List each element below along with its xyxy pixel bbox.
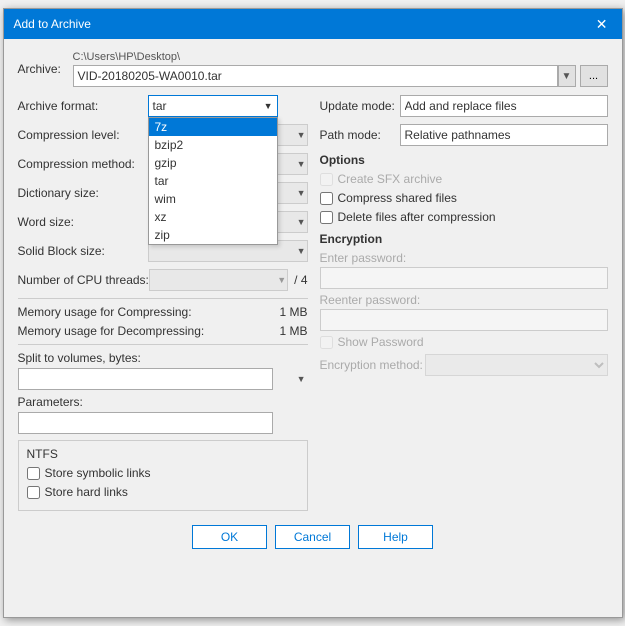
mem-compress-row: Memory usage for Compressing: 1 MB <box>18 305 308 319</box>
path-mode-label: Path mode: <box>320 128 400 142</box>
delete-after-label: Delete files after compression <box>338 210 496 224</box>
format-row: Archive format: tar ▼ 7z bzip2 gzip tar … <box>18 95 308 117</box>
enter-password-label: Enter password: <box>320 251 608 265</box>
enc-method-select[interactable] <box>425 354 608 376</box>
buttons-row: OK Cancel Help <box>18 525 608 559</box>
compress-shared-checkbox[interactable] <box>320 192 333 205</box>
store-symlinks-row: Store symbolic links <box>27 466 299 480</box>
split-volumes-arrow-icon: ▼ <box>297 374 306 384</box>
format-select[interactable]: tar ▼ <box>148 95 278 117</box>
title-bar: Add to Archive ✕ <box>4 9 622 39</box>
format-combo-container: tar ▼ 7z bzip2 gzip tar wim xz zip <box>148 95 308 117</box>
delete-after-row: Delete files after compression <box>320 210 608 224</box>
mem-decompress-row: Memory usage for Decompressing: 1 MB <box>18 324 308 338</box>
mem-decompress-label: Memory usage for Decompressing: <box>18 324 268 338</box>
enc-method-row: Encryption method: <box>320 354 608 376</box>
close-button[interactable]: ✕ <box>592 17 612 31</box>
archive-path-display[interactable]: VID-20180205-WA0010.tar <box>73 65 558 87</box>
archive-label: Archive: <box>18 62 73 76</box>
divider-1 <box>18 298 308 299</box>
show-password-checkbox[interactable] <box>320 336 333 349</box>
compression-method-label: Compression method: <box>18 157 148 171</box>
update-mode-row: Update mode: Add and replace files <box>320 95 608 117</box>
archive-browse-button[interactable]: ... <box>580 65 608 87</box>
mem-compress-value: 1 MB <box>268 305 308 319</box>
solid-block-label: Solid Block size: <box>18 244 148 258</box>
split-volumes-combo-wrapper: ▼ <box>18 368 308 390</box>
encryption-section: Encryption Enter password: Reenter passw… <box>320 232 608 376</box>
dict-size-label: Dictionary size: <box>18 186 148 200</box>
create-sfx-checkbox[interactable] <box>320 173 333 186</box>
format-option-7z[interactable]: 7z <box>149 118 277 136</box>
cpu-threads-label: Number of CPU threads: <box>18 273 149 287</box>
format-option-xz[interactable]: xz <box>149 208 277 226</box>
reenter-password-label: Reenter password: <box>320 293 608 307</box>
path-mode-row: Path mode: Relative pathnames <box>320 124 608 146</box>
archive-path-value: VID-20180205-WA0010.tar <box>78 69 222 83</box>
path-mode-select[interactable]: Relative pathnames <box>400 124 608 146</box>
show-password-label: Show Password <box>338 335 424 349</box>
dialog-body: Archive: C:\Users\HP\Desktop\ VID-201802… <box>4 39 622 571</box>
ntfs-title: NTFS <box>27 447 299 461</box>
update-mode-label: Update mode: <box>320 99 400 113</box>
dialog-title: Add to Archive <box>14 17 91 31</box>
parameters-label: Parameters: <box>18 395 308 409</box>
right-panel: Update mode: Add and replace files Path … <box>320 95 608 511</box>
word-size-label: Word size: <box>18 215 148 229</box>
enter-password-input[interactable] <box>320 267 608 289</box>
archive-dropdown-arrow[interactable]: ▼ <box>558 65 576 87</box>
add-to-archive-dialog: Add to Archive ✕ Archive: C:\Users\HP\De… <box>3 8 623 618</box>
split-volumes-row: Split to volumes, bytes: ▼ <box>18 351 308 390</box>
cpu-threads-row: Number of CPU threads: ▼ / 4 <box>18 269 308 291</box>
cancel-button[interactable]: Cancel <box>275 525 350 549</box>
format-arrow-icon: ▼ <box>264 101 273 111</box>
help-button[interactable]: Help <box>358 525 433 549</box>
ntfs-section: NTFS Store symbolic links Store hard lin… <box>18 440 308 511</box>
divider-2 <box>18 344 308 345</box>
format-label: Archive format: <box>18 99 148 113</box>
format-option-wim[interactable]: wim <box>149 190 277 208</box>
update-mode-select[interactable]: Add and replace files <box>400 95 608 117</box>
store-hardlinks-label: Store hard links <box>45 485 128 499</box>
compress-shared-row: Compress shared files <box>320 191 608 205</box>
format-option-zip[interactable]: zip <box>149 226 277 244</box>
cpu-threads-of: / 4 <box>294 273 307 287</box>
left-panel: Archive format: tar ▼ 7z bzip2 gzip tar … <box>18 95 308 511</box>
main-content: Archive format: tar ▼ 7z bzip2 gzip tar … <box>18 95 608 511</box>
split-volumes-label: Split to volumes, bytes: <box>18 351 308 365</box>
reenter-password-input[interactable] <box>320 309 608 331</box>
split-volumes-input[interactable] <box>18 368 273 390</box>
store-symlinks-label: Store symbolic links <box>45 466 151 480</box>
delete-after-checkbox[interactable] <box>320 211 333 224</box>
create-sfx-row: Create SFX archive <box>320 172 608 186</box>
mem-decompress-value: 1 MB <box>268 324 308 338</box>
mem-compress-label: Memory usage for Compressing: <box>18 305 268 319</box>
options-title: Options <box>320 153 608 167</box>
cpu-threads-combo[interactable] <box>149 269 288 291</box>
store-hardlinks-row: Store hard links <box>27 485 299 499</box>
options-section: Options Create SFX archive Compress shar… <box>320 153 608 224</box>
compress-shared-label: Compress shared files <box>338 191 457 205</box>
create-sfx-label: Create SFX archive <box>338 172 443 186</box>
encryption-title: Encryption <box>320 232 608 246</box>
format-option-bzip2[interactable]: bzip2 <box>149 136 277 154</box>
store-hardlinks-checkbox[interactable] <box>27 486 40 499</box>
cpu-threads-combo-wrapper: ▼ <box>149 269 288 291</box>
path-mode-combo-wrapper: Relative pathnames <box>400 124 608 146</box>
show-password-row: Show Password <box>320 335 608 349</box>
parameters-input[interactable] <box>18 412 273 434</box>
format-value: tar <box>153 99 167 113</box>
format-option-tar[interactable]: tar <box>149 172 277 190</box>
store-symlinks-checkbox[interactable] <box>27 467 40 480</box>
parameters-row: Parameters: <box>18 395 308 434</box>
archive-path-line1: C:\Users\HP\Desktop\ <box>73 51 608 63</box>
ok-button[interactable]: OK <box>192 525 267 549</box>
format-option-gzip[interactable]: gzip <box>149 154 277 172</box>
enc-method-label: Encryption method: <box>320 358 425 372</box>
update-mode-combo-wrapper: Add and replace files <box>400 95 608 117</box>
format-dropdown: 7z bzip2 gzip tar wim xz zip <box>148 117 278 245</box>
compression-level-label: Compression level: <box>18 128 148 142</box>
archive-row: Archive: C:\Users\HP\Desktop\ VID-201802… <box>18 51 608 87</box>
